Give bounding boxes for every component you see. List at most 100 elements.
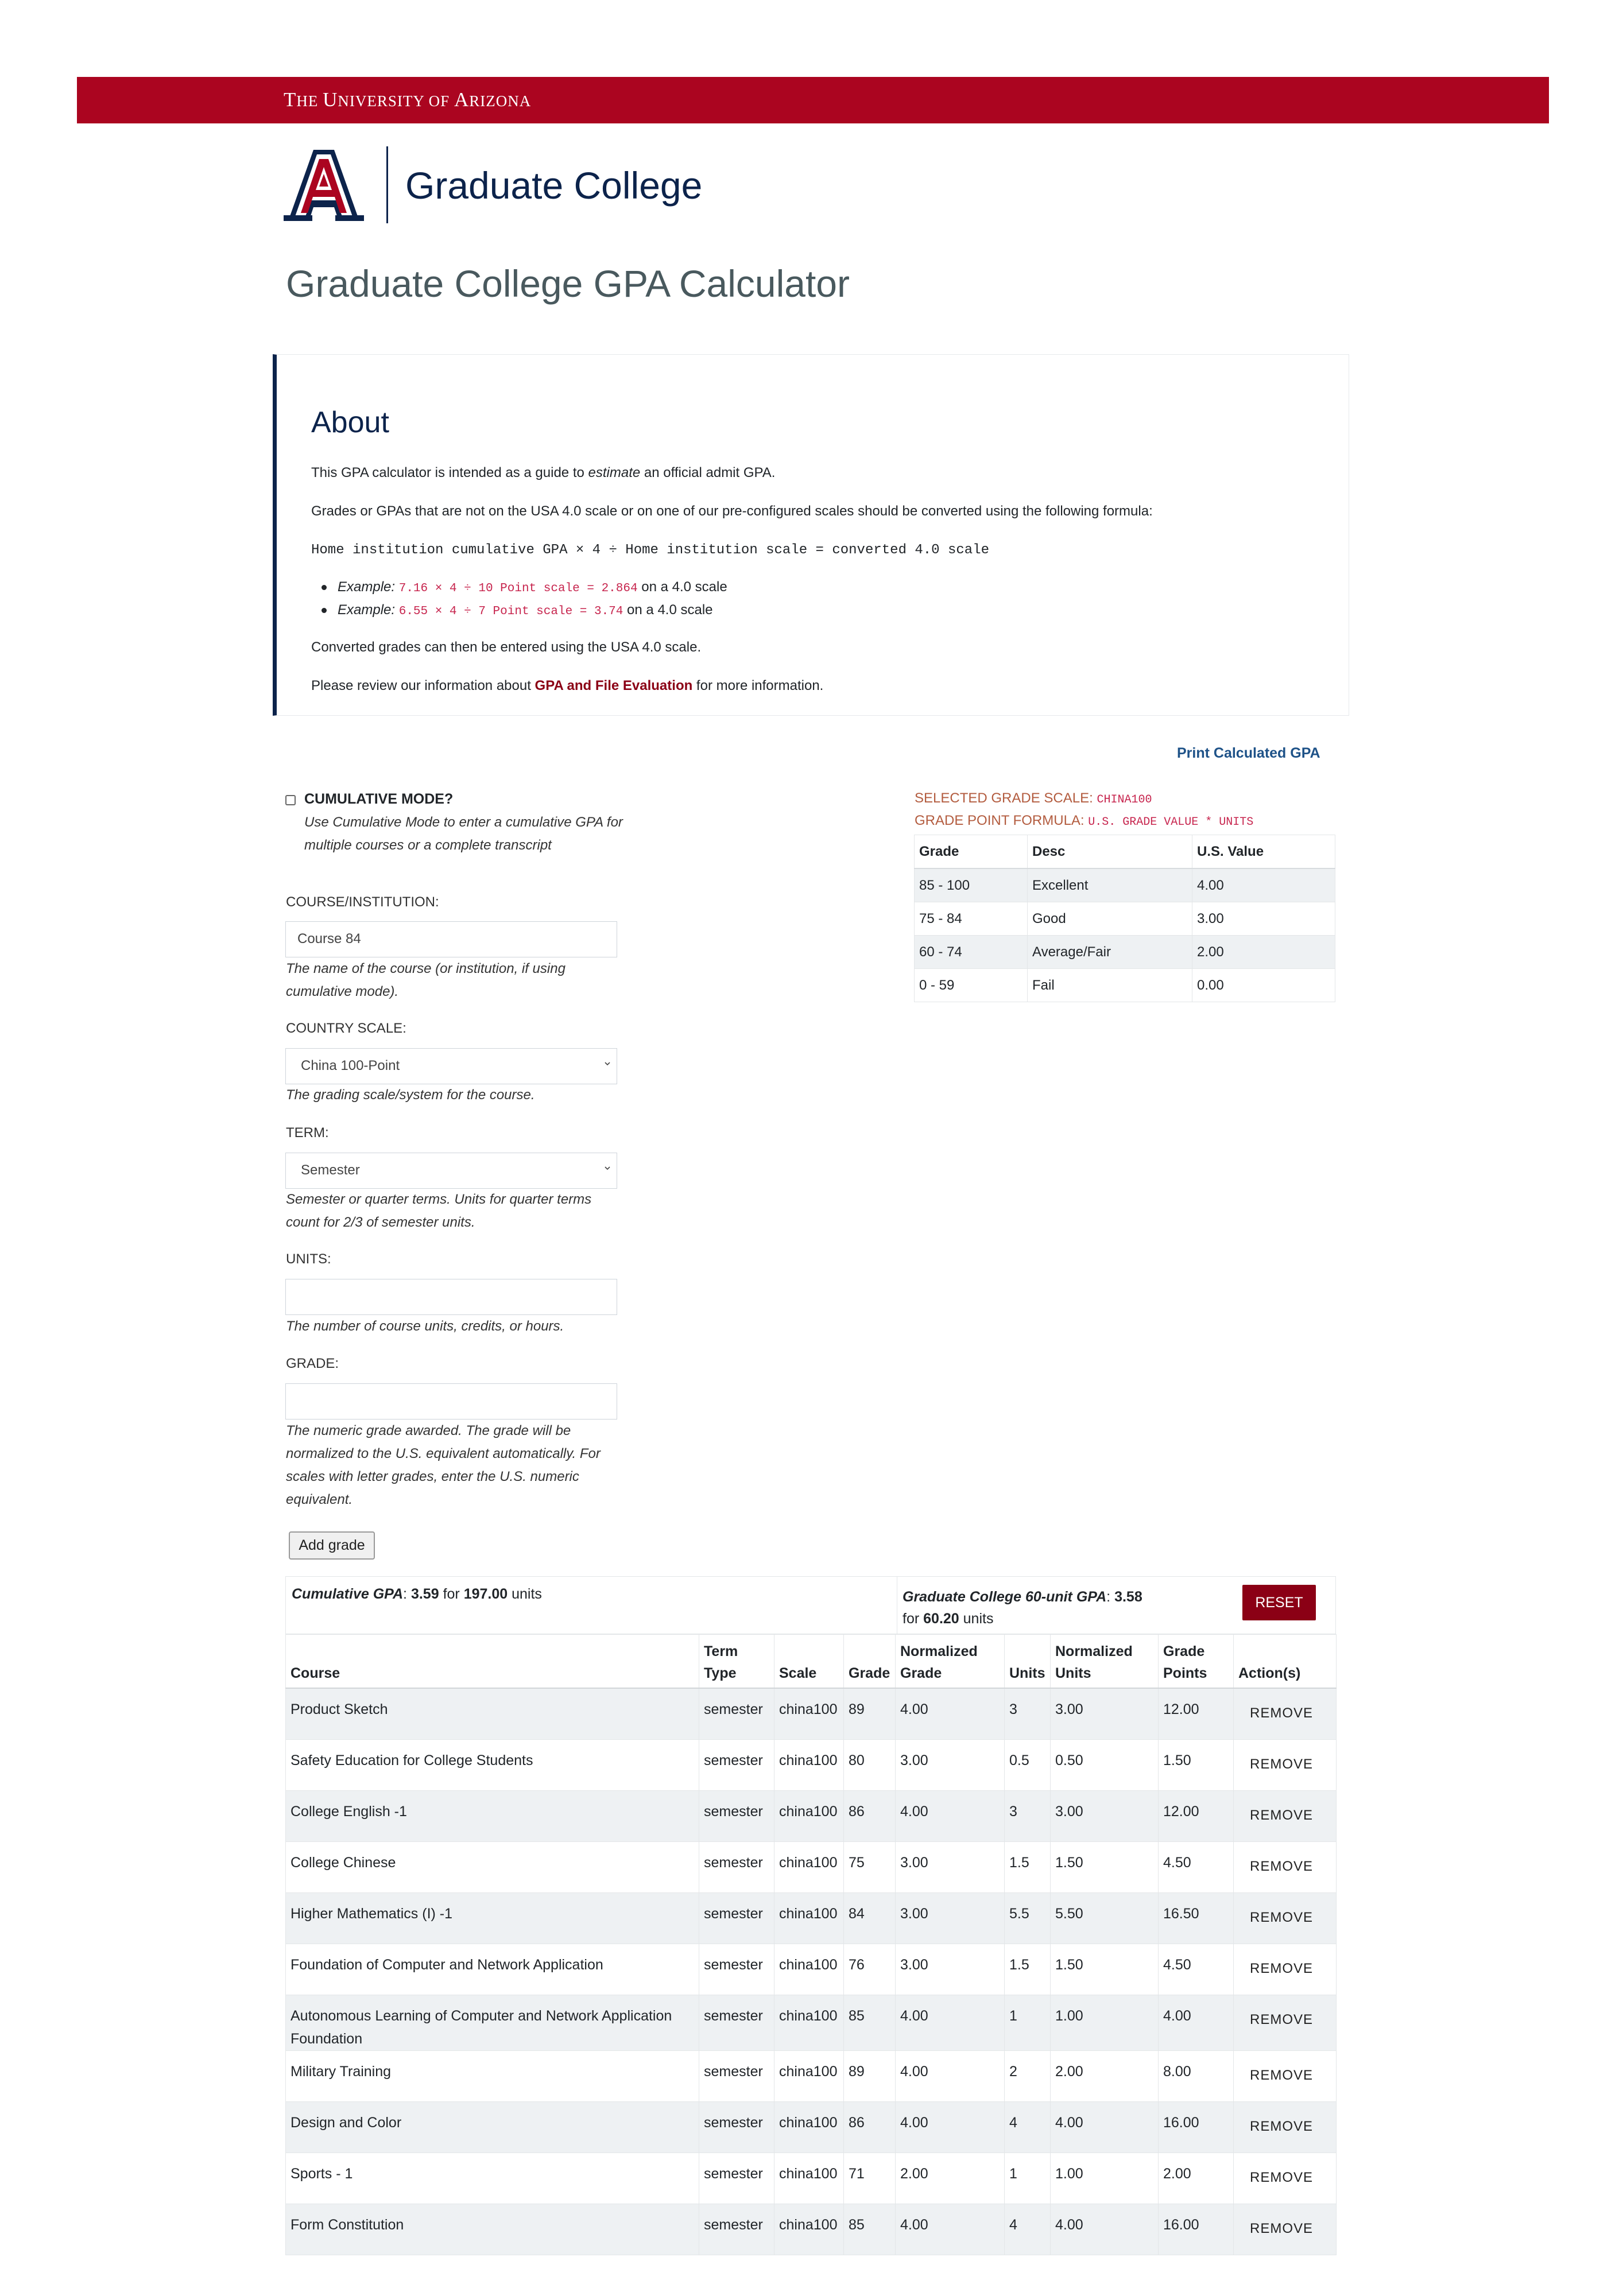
scale-cell: china100 <box>774 2101 844 2153</box>
review-text-1: Please review our information about <box>311 678 535 693</box>
gc-60-unit-gpa-summary: Graduate College 60-unit GPA: 3.58 for 6… <box>903 1589 1142 1627</box>
about-review-note: Please review our information about GPA … <box>311 678 823 694</box>
col-course: Course <box>285 1634 699 1689</box>
term-type-cell: semester <box>699 2050 774 2102</box>
term-type-cell: semester <box>699 1841 774 1893</box>
logo-divider <box>386 146 388 223</box>
normalized-grade-cell: 4.00 <box>895 2204 1005 2255</box>
scale-col-grade: Grade <box>914 835 1028 869</box>
remove-button[interactable]: REMOVE <box>1238 2221 1313 2236</box>
remove-button[interactable]: REMOVE <box>1238 2012 1313 2027</box>
remove-button[interactable]: REMOVE <box>1238 1705 1313 1721</box>
remove-button[interactable]: REMOVE <box>1238 2068 1313 2083</box>
grade-input[interactable] <box>285 1383 617 1420</box>
remove-button[interactable]: REMOVE <box>1238 1961 1313 1976</box>
scale-row: 0 - 59 Fail 0.00 <box>914 968 1335 1002</box>
scale-cell: china100 <box>774 2204 844 2255</box>
actions-cell: REMOVE <box>1233 2101 1337 2153</box>
ua-word-rizona: RIZONA <box>469 92 532 110</box>
grades-header-row: Course Term Type Scale Grade Normalized … <box>285 1634 1337 1689</box>
remove-button[interactable]: REMOVE <box>1238 2119 1313 2134</box>
remove-button[interactable]: REMOVE <box>1238 1910 1313 1925</box>
actions-cell: REMOVE <box>1233 1944 1337 1995</box>
actions-cell: REMOVE <box>1233 2204 1337 2255</box>
normalized-units-cell: 0.50 <box>1050 1739 1159 1791</box>
scale-cell: 3.00 <box>1192 902 1335 936</box>
normalized-units-cell: 5.50 <box>1050 1892 1159 1944</box>
about-heading: About <box>311 406 389 439</box>
term-select[interactable]: Semester <box>285 1153 617 1189</box>
grade-points-cell: 4.50 <box>1158 1944 1234 1995</box>
units-cell: 0.5 <box>1004 1739 1051 1791</box>
units-cell: 2 <box>1004 2050 1051 2102</box>
country-scale-select[interactable]: China 100-Point <box>285 1048 617 1084</box>
normalized-units-cell: 1.50 <box>1050 1944 1159 1995</box>
grades-table: Course Term Type Scale Grade Normalized … <box>285 1634 1337 2255</box>
grade-help: The numeric grade awarded. The grade wil… <box>286 1423 601 1507</box>
add-grade-button[interactable]: Add grade <box>289 1531 375 1560</box>
page-title: Graduate College GPA Calculator <box>286 262 850 305</box>
print-calculated-gpa-link[interactable]: Print Calculated GPA <box>1177 745 1320 762</box>
grade-label: GRADE: <box>286 1356 339 1371</box>
units-cell: 1 <box>1004 1995 1051 2051</box>
grade-row: Form Constitution semester china100 85 4.00 4… <box>285 2204 1337 2255</box>
grade-points-cell: 16.00 <box>1158 2101 1234 2153</box>
chevron-down-icon <box>605 1166 610 1170</box>
about-formula: Home institution cumulative GPA × 4 ÷ Ho… <box>311 542 989 558</box>
term-type-cell: semester <box>699 1688 774 1740</box>
chevron-down-icon <box>605 1062 610 1066</box>
course-input[interactable]: Course 84 <box>285 921 617 957</box>
grade-cell: 84 <box>843 1892 896 1944</box>
course-cell: Design and Color <box>285 2101 699 2153</box>
ua-letter-a: A <box>454 88 470 111</box>
grades-body: Product Sketch semester china100 89 4.00 3 3.0… <box>285 1688 1337 2255</box>
term-type-cell: semester <box>699 1995 774 2051</box>
cumulative-gpa-summary: Cumulative GPA: 3.59 for 197.00 units <box>292 1586 542 1602</box>
ua-letter-u: U <box>323 88 338 111</box>
normalized-grade-cell: 4.00 <box>895 1688 1005 1740</box>
graduate-college-logo[interactable]: Graduate College <box>284 142 720 228</box>
course-cell: Sports - 1 <box>285 2152 699 2204</box>
gpa-file-evaluation-link[interactable]: GPA and File Evaluation <box>535 678 693 693</box>
scale-col-desc: Desc <box>1027 835 1192 869</box>
grade-row: Sports - 1 semester china100 71 2.00 1 1.00 2.0… <box>285 2152 1337 2204</box>
term-value: Semester <box>301 1162 360 1178</box>
scale-row: 85 - 100 Excellent 4.00 <box>914 868 1335 902</box>
normalized-grade-cell: 3.00 <box>895 1944 1005 1995</box>
reset-button[interactable]: RESET <box>1242 1585 1316 1620</box>
university-wordmark[interactable]: THE UNIVERSITY OF ARIZONA <box>284 88 531 111</box>
grade-points-cell: 12.00 <box>1158 1688 1234 1740</box>
scale-cell: china100 <box>774 1944 844 1995</box>
remove-button[interactable]: REMOVE <box>1238 1808 1313 1823</box>
scale-col-us-value: U.S. Value <box>1192 835 1335 869</box>
country-scale-help: The grading scale/system for the course. <box>286 1087 535 1103</box>
grade-point-formula: GRADE POINT FORMULA: U.S. GRADE VALUE * … <box>915 813 1253 829</box>
about-intro-text-2: an official admit GPA. <box>640 465 776 480</box>
scale-cell: 0 - 59 <box>914 968 1028 1002</box>
units-text: units <box>512 1586 542 1602</box>
for-text: for <box>903 1611 920 1627</box>
normalized-grade-cell: 2.00 <box>895 2152 1005 2204</box>
units-input[interactable] <box>285 1279 617 1315</box>
normalized-grade-cell: 4.00 <box>895 2050 1005 2102</box>
grade-points-cell: 12.00 <box>1158 1790 1234 1842</box>
course-help: The name of the course (or institution, … <box>286 961 566 999</box>
block-a-logo-icon <box>284 150 364 221</box>
selected-scale-value: CHINA100 <box>1097 793 1152 806</box>
gc-gpa-label: Graduate College 60-unit GPA <box>903 1589 1107 1605</box>
remove-button[interactable]: REMOVE <box>1238 1756 1313 1772</box>
grade-row: College English -1 semester china100 86 4.00… <box>285 1790 1337 1842</box>
col-units: Units <box>1004 1634 1051 1689</box>
remove-button[interactable]: REMOVE <box>1238 2170 1313 2185</box>
course-cell: Autonomous Learning of Computer and Netw… <box>285 1995 699 2051</box>
cumulative-units-value: 197.00 <box>463 1586 508 1602</box>
scale-row: 75 - 84 Good 3.00 <box>914 902 1335 936</box>
scale-cell: china100 <box>774 1841 844 1893</box>
cumulative-mode-checkbox[interactable] <box>285 795 296 805</box>
scale-cell: 0.00 <box>1192 968 1335 1002</box>
normalized-grade-cell: 4.00 <box>895 1995 1005 2051</box>
logo-college-name: Graduate College <box>405 164 703 207</box>
grade-cell: 71 <box>843 2152 896 2204</box>
remove-button[interactable]: REMOVE <box>1238 1859 1313 1874</box>
units-cell: 4 <box>1004 2101 1051 2153</box>
